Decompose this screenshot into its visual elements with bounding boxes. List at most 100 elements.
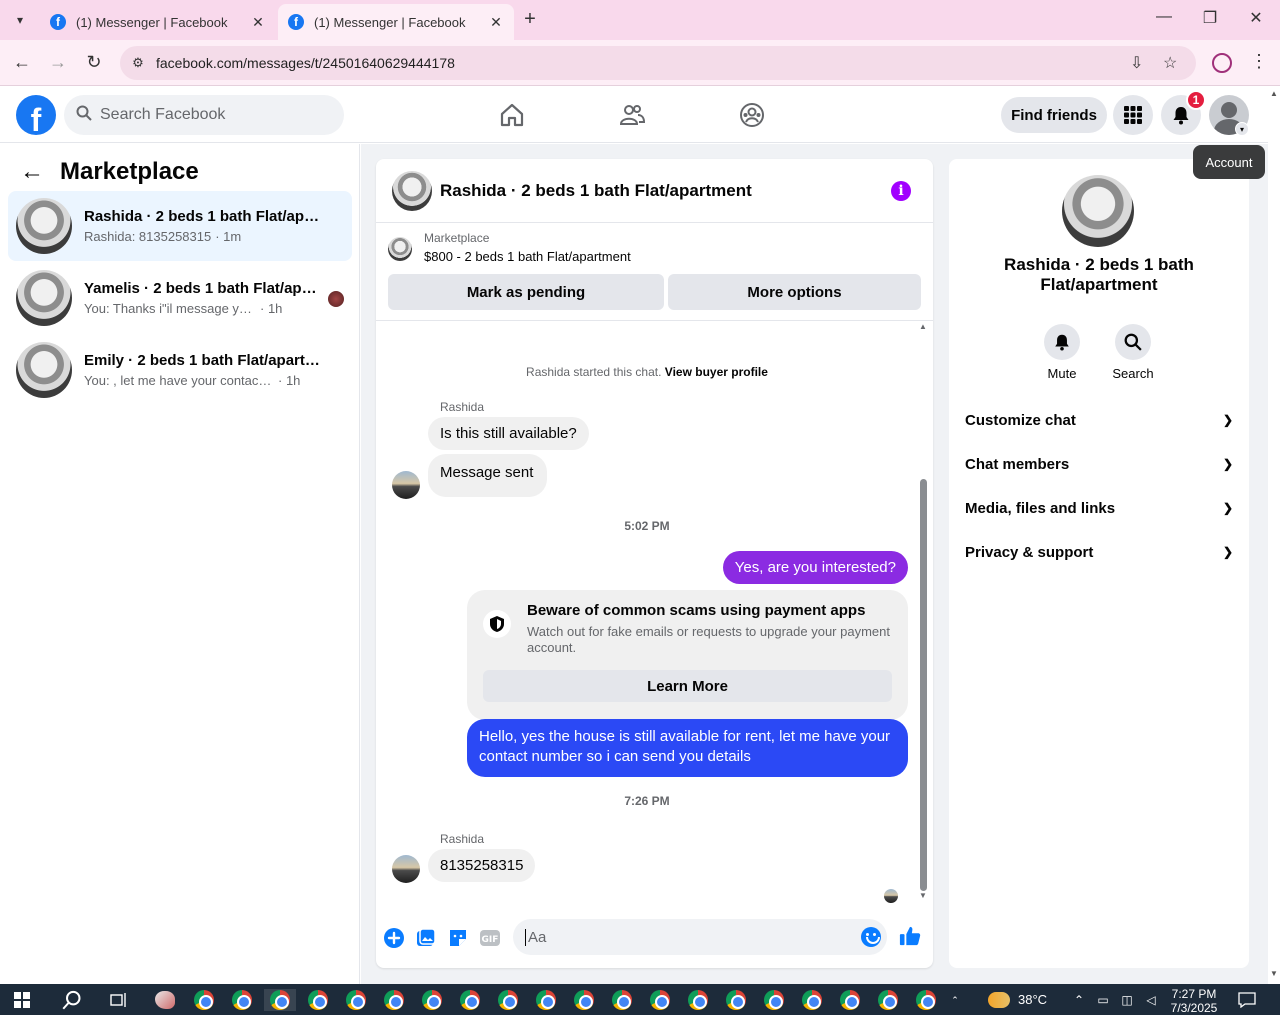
chrome-icon[interactable]	[231, 989, 253, 1011]
conversation-item[interactable]: Rashida · 2 beds 1 bath Flat/apartment R…	[8, 191, 352, 261]
message-input-box[interactable]	[513, 919, 887, 955]
incoming-message[interactable]: 8135258315	[428, 849, 536, 882]
network-icon[interactable]: ▭	[1092, 989, 1114, 1011]
chat-title[interactable]: Rashida · 2 beds 1 bath Flat/apartment	[440, 181, 752, 201]
chat-avatar[interactable]	[392, 170, 432, 211]
browser-profile-icon[interactable]	[1212, 53, 1232, 73]
groups-icon[interactable]	[738, 101, 766, 129]
section-privacy-support[interactable]: Privacy & support ❯	[965, 540, 1233, 564]
omnibox[interactable]: ⚙ facebook.com/messages/t/24501640629444…	[120, 46, 1196, 80]
bookmark-star-icon[interactable]: ☆	[1163, 53, 1177, 73]
search-action[interactable]: Search	[1103, 324, 1163, 381]
gif-icon[interactable]: GIF	[479, 927, 501, 949]
chrome-icon[interactable]	[421, 989, 443, 1011]
chrome-icon[interactable]	[649, 989, 671, 1011]
chrome-icon[interactable]	[801, 989, 823, 1011]
find-friends-button[interactable]: Find friends	[1001, 97, 1107, 133]
reload-icon[interactable]: ↻	[82, 52, 106, 73]
more-options-button[interactable]: More options	[668, 274, 921, 310]
chrome-icon[interactable]	[497, 989, 519, 1011]
tab-search-chevron-icon[interactable]: ▾	[8, 8, 32, 32]
chrome-icon[interactable]	[459, 989, 481, 1011]
task-view-icon[interactable]	[108, 989, 130, 1011]
incoming-message[interactable]: Message sent	[428, 454, 548, 497]
sticker-icon[interactable]	[447, 927, 469, 949]
taskbar-clock[interactable]: 7:27 PM 7/3/2025	[1166, 987, 1222, 1015]
search-input[interactable]	[100, 106, 320, 124]
chrome-icon[interactable]	[611, 989, 633, 1011]
facebook-search-box[interactable]	[64, 95, 344, 135]
sender-avatar[interactable]	[392, 471, 420, 499]
chrome-icon[interactable]	[839, 989, 861, 1011]
menu-grid-icon[interactable]	[1113, 95, 1153, 135]
conversation-item[interactable]: Yamelis · 2 beds 1 bath Flat/apartment Y…	[8, 263, 352, 333]
thread-scroll-thumb[interactable]	[920, 479, 927, 891]
back-arrow-icon[interactable]: ←	[10, 52, 34, 73]
forward-arrow-icon[interactable]: →	[46, 52, 70, 73]
browser-tab-active[interactable]: f (1) Messenger | Facebook ✕	[278, 4, 514, 40]
home-icon[interactable]	[498, 101, 526, 129]
scroll-up-icon[interactable]: ▲	[919, 322, 927, 331]
outgoing-message[interactable]: Hello, yes the house is still available …	[467, 719, 908, 777]
scroll-down-icon[interactable]: ▼	[1270, 969, 1278, 978]
mark-as-pending-button[interactable]: Mark as pending	[388, 274, 664, 310]
chrome-icon[interactable]	[307, 989, 329, 1011]
facebook-logo-icon[interactable]: f	[16, 95, 56, 135]
chrome-icon[interactable]	[264, 989, 296, 1011]
friends-icon[interactable]	[618, 101, 646, 129]
listing-summary[interactable]: Marketplace $800 - 2 beds 1 bath Flat/ap…	[388, 231, 631, 264]
new-tab-plus-icon[interactable]: +	[518, 8, 542, 31]
notification-center-icon[interactable]	[1236, 989, 1258, 1011]
minimize-icon[interactable]: —	[1149, 8, 1179, 26]
section-customize-chat[interactable]: Customize chat ❯	[965, 408, 1233, 432]
chrome-icon[interactable]	[687, 989, 709, 1011]
chrome-icon[interactable]	[573, 989, 595, 1011]
conversation-item[interactable]: Emily · 2 beds 1 bath Flat/apartment You…	[8, 335, 352, 405]
photo-icon[interactable]	[415, 927, 437, 949]
listing-avatar[interactable]	[1062, 175, 1134, 247]
close-tab-icon[interactable]: ✕	[488, 14, 504, 31]
chrome-icon[interactable]	[345, 989, 367, 1011]
scroll-up-icon[interactable]: ▲	[1270, 89, 1278, 98]
thumbs-up-icon[interactable]	[899, 925, 921, 947]
taskbar-overflow-icon[interactable]: ⌃	[944, 989, 966, 1011]
meet-now-icon[interactable]: ◫	[1116, 989, 1138, 1011]
account-chevron-icon[interactable]: ▾	[1235, 122, 1249, 136]
scroll-down-icon[interactable]: ▼	[919, 891, 927, 900]
learn-more-button[interactable]: Learn More	[483, 670, 892, 702]
back-arrow-icon[interactable]: ←	[20, 158, 44, 186]
mute-action[interactable]: Mute	[1032, 324, 1092, 381]
browser-tab[interactable]: f (1) Messenger | Facebook ✕	[40, 4, 276, 40]
message-input[interactable]	[525, 928, 845, 946]
chrome-icon[interactable]	[725, 989, 747, 1011]
section-chat-members[interactable]: Chat members ❯	[965, 452, 1233, 476]
search-icon[interactable]	[1115, 324, 1151, 360]
add-plus-icon[interactable]	[383, 927, 405, 949]
chrome-icon[interactable]	[763, 989, 785, 1011]
sender-avatar[interactable]	[392, 855, 420, 883]
view-buyer-profile-link[interactable]: View buyer profile	[665, 365, 768, 379]
section-media-files-links[interactable]: Media, files and links ❯	[965, 496, 1233, 520]
paint-app-icon[interactable]	[154, 989, 176, 1011]
chrome-icon[interactable]	[193, 989, 215, 1011]
windows-start-icon[interactable]	[14, 992, 30, 1008]
restore-icon[interactable]: ❐	[1195, 8, 1225, 28]
temperature-readout[interactable]: 38°C	[1018, 992, 1047, 1007]
search-icon[interactable]	[61, 989, 83, 1011]
browser-menu-icon[interactable]: ⋮	[1250, 51, 1268, 72]
emoji-icon[interactable]	[861, 927, 881, 947]
outgoing-message[interactable]: Yes, are you interested?	[722, 551, 908, 584]
chrome-icon[interactable]	[915, 989, 937, 1011]
system-tray-chevron-icon[interactable]: ⌃	[1068, 989, 1090, 1011]
incoming-message[interactable]: Is this still available?	[428, 417, 589, 450]
chrome-icon[interactable]	[535, 989, 557, 1011]
weather-icon[interactable]	[988, 992, 1010, 1008]
window-close-icon[interactable]: ✕	[1241, 8, 1271, 28]
bell-icon[interactable]	[1044, 324, 1080, 360]
volume-icon[interactable]: ◁	[1140, 989, 1162, 1011]
site-info-icon[interactable]: ⚙	[128, 55, 148, 71]
chrome-icon[interactable]	[877, 989, 899, 1011]
close-tab-icon[interactable]: ✕	[250, 14, 266, 31]
url-text[interactable]: facebook.com/messages/t/2450164062944417…	[156, 55, 455, 71]
page-scrollbar[interactable]: ▲ ▼	[1268, 87, 1280, 984]
